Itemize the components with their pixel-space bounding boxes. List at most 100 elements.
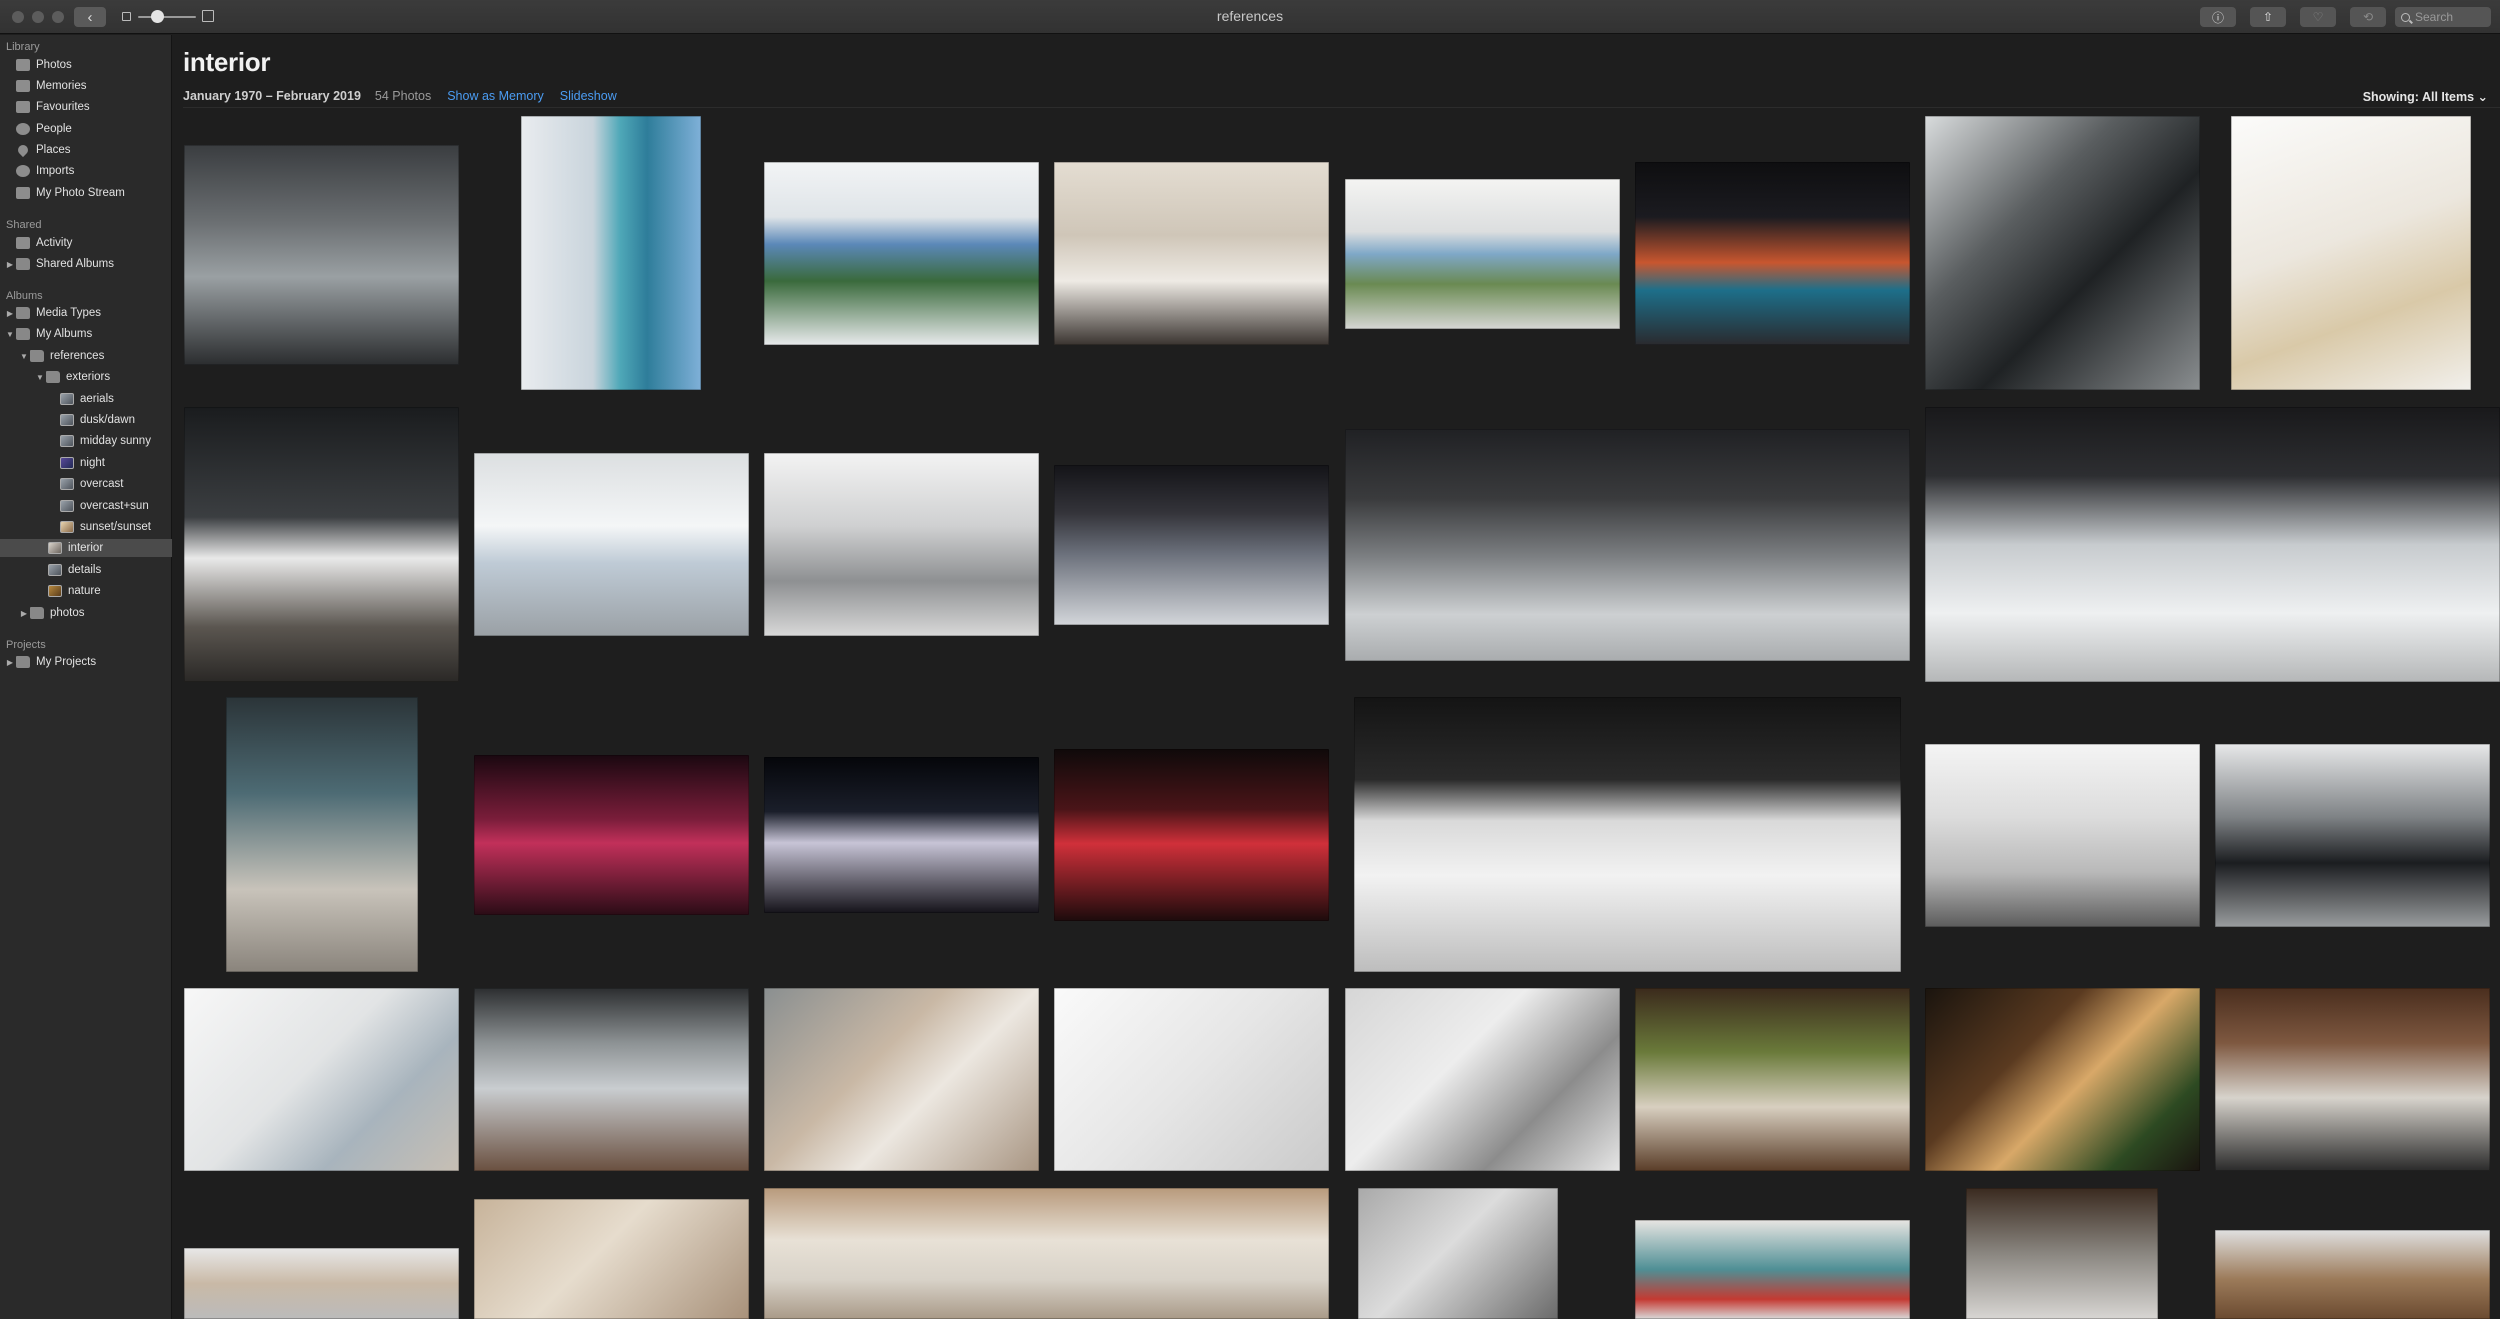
photo-thumbnail[interactable] — [474, 755, 749, 915]
photo-thumbnail[interactable] — [1054, 162, 1329, 345]
folder-icon — [16, 258, 30, 270]
sidebar-item-midday-sunny[interactable]: midday sunny — [60, 432, 151, 450]
photo-thumbnail[interactable] — [2231, 116, 2471, 390]
sidebar-item-exteriors[interactable]: ▼ exteriors — [34, 368, 110, 386]
photo-thumbnail[interactable] — [1925, 407, 2500, 682]
album-thumb-icon — [48, 542, 62, 554]
share-icon: ⇧ — [2262, 10, 2274, 24]
photo-thumbnail[interactable] — [1345, 429, 1910, 661]
heart-icon: ♡ — [2312, 10, 2324, 24]
photo-thumbnail[interactable] — [184, 407, 459, 682]
sidebar-item-my-projects[interactable]: ▶ My Projects — [4, 653, 96, 671]
sidebar-item-aerials[interactable]: aerials — [60, 390, 114, 408]
photo-thumbnail[interactable] — [764, 453, 1039, 636]
folder-icon — [46, 371, 60, 383]
photo-thumbnail[interactable] — [474, 988, 749, 1171]
sidebar-item-activity[interactable]: Activity — [4, 234, 72, 252]
show-as-memory-link[interactable]: Show as Memory — [447, 89, 544, 103]
folder-icon — [16, 328, 30, 340]
photo-thumbnail[interactable] — [1925, 988, 2200, 1171]
photo-thumbnail[interactable] — [184, 988, 459, 1171]
sidebar-item-people[interactable]: People — [4, 120, 72, 138]
sidebar-item-overcast[interactable]: overcast — [60, 475, 123, 493]
photo-thumbnail[interactable] — [2215, 988, 2490, 1171]
info-icon: ⓘ — [2211, 10, 2224, 25]
album-thumb-icon — [60, 393, 74, 405]
sidebar-item-night[interactable]: night — [60, 454, 105, 472]
header-divider — [183, 107, 2500, 108]
photo-thumbnail[interactable] — [1635, 1220, 1910, 1319]
photo-thumbnail[interactable] — [1345, 988, 1620, 1171]
photo-thumbnail[interactable] — [184, 145, 459, 365]
photo-thumbnail[interactable] — [764, 757, 1039, 913]
rotate-icon: ⟲ — [2362, 10, 2374, 24]
favourite-button[interactable]: ♡ — [2300, 7, 2336, 27]
album-thumb-icon — [48, 585, 62, 597]
photo-thumbnail[interactable] — [1358, 1188, 1558, 1319]
sidebar-item-interior[interactable]: interior — [0, 539, 172, 557]
sidebar-item-dusk-dawn[interactable]: dusk/dawn — [60, 411, 135, 429]
clock-icon — [16, 165, 30, 177]
disclosure-down-icon[interactable]: ▼ — [4, 330, 16, 339]
sidebar-item-my-photo-stream[interactable]: My Photo Stream — [4, 184, 125, 202]
album-thumb-icon — [60, 414, 74, 426]
disclosure-down-icon[interactable]: ▼ — [18, 352, 30, 361]
disclosure-right-icon[interactable]: ▶ — [4, 309, 16, 318]
sidebar-item-places[interactable]: Places — [4, 141, 71, 159]
sidebar-item-details[interactable]: details — [48, 561, 101, 579]
date-range: January 1970 – February 2019 — [183, 89, 361, 103]
photo-thumbnail[interactable] — [2215, 744, 2490, 927]
photo-thumbnail[interactable] — [184, 1248, 459, 1319]
sidebar-item-sunset[interactable]: sunset/sunset — [60, 518, 151, 536]
photo-thumbnail[interactable] — [1966, 1188, 2158, 1319]
sidebar-item-imports[interactable]: Imports — [4, 162, 74, 180]
photo-browser: interior January 1970 – February 2019 54… — [173, 35, 2500, 1319]
folder-icon — [30, 350, 44, 362]
photo-thumbnail[interactable] — [1635, 988, 1910, 1171]
photo-thumbnail[interactable] — [1345, 179, 1620, 329]
photo-thumbnail[interactable] — [1054, 988, 1329, 1171]
photo-thumbnail[interactable] — [764, 988, 1039, 1171]
info-button[interactable]: ⓘ — [2200, 7, 2236, 27]
photo-thumbnail[interactable] — [1635, 162, 1910, 345]
sidebar-item-overcast-sun[interactable]: overcast+sun — [60, 497, 149, 515]
title-bar: ‹ references ⓘ ⇧ ♡ ⟲ Search — [0, 0, 2500, 34]
photo-thumbnail[interactable] — [521, 116, 701, 390]
photo-thumbnail[interactable] — [1925, 744, 2200, 927]
cloud-icon — [16, 187, 30, 199]
disclosure-right-icon[interactable]: ▶ — [4, 260, 16, 269]
folder-icon — [16, 656, 30, 668]
photo-thumbnail[interactable] — [474, 1199, 749, 1319]
sidebar-item-photos-folder[interactable]: ▶ photos — [18, 604, 85, 622]
photo-thumbnail[interactable] — [764, 162, 1039, 345]
sidebar-item-references[interactable]: ▼ references — [18, 347, 104, 365]
sidebar-item-media-types[interactable]: ▶ Media Types — [4, 304, 101, 322]
photo-thumbnail[interactable] — [1054, 465, 1329, 625]
sidebar-item-nature[interactable]: nature — [48, 582, 101, 600]
disclosure-right-icon[interactable]: ▶ — [18, 609, 30, 618]
sidebar-item-memories[interactable]: Memories — [4, 77, 86, 95]
photos-icon — [16, 59, 30, 71]
sidebar-item-shared-albums[interactable]: ▶ Shared Albums — [4, 255, 114, 273]
sidebar: Library Photos Memories Favourites Peopl… — [0, 35, 172, 1319]
photo-thumbnail[interactable] — [764, 1188, 1329, 1319]
sidebar-item-favourites[interactable]: Favourites — [4, 98, 90, 116]
share-button[interactable]: ⇧ — [2250, 7, 2286, 27]
photo-thumbnail[interactable] — [1925, 116, 2200, 390]
photo-thumbnail[interactable] — [1354, 697, 1901, 972]
sidebar-item-my-albums[interactable]: ▼ My Albums — [4, 325, 92, 343]
album-thumb-icon — [60, 500, 74, 512]
showing-filter-dropdown[interactable]: Showing: All Items ⌄ — [2363, 89, 2488, 104]
photo-thumbnail[interactable] — [474, 453, 749, 636]
photo-thumbnail[interactable] — [2215, 1230, 2490, 1319]
rotate-button[interactable]: ⟲ — [2350, 7, 2386, 27]
people-icon — [16, 123, 30, 135]
slideshow-link[interactable]: Slideshow — [560, 89, 617, 103]
search-field[interactable]: Search — [2395, 7, 2491, 27]
disclosure-right-icon[interactable]: ▶ — [4, 658, 16, 667]
sidebar-item-photos[interactable]: Photos — [4, 56, 72, 74]
disclosure-down-icon[interactable]: ▼ — [34, 373, 46, 382]
photo-thumbnail[interactable] — [1054, 749, 1329, 921]
photo-thumbnail[interactable] — [226, 697, 418, 972]
search-icon — [2401, 12, 2410, 22]
